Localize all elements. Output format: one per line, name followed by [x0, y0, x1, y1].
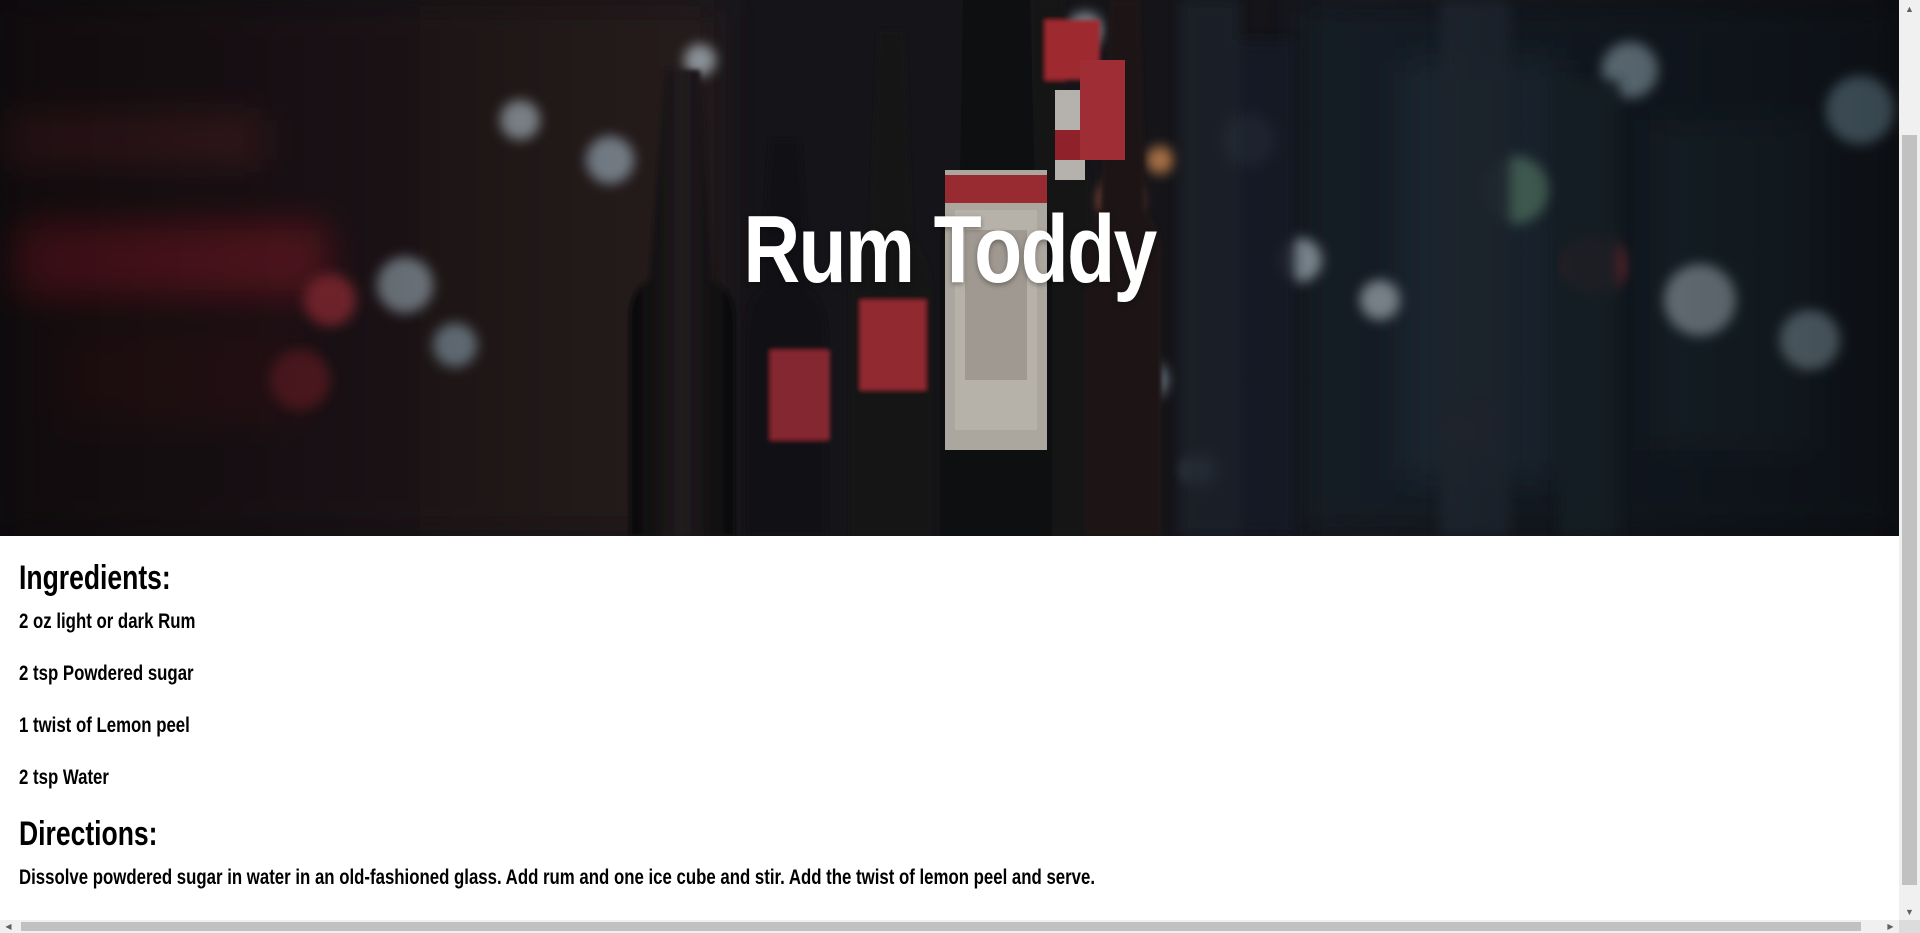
vertical-scroll-thumb[interactable] — [1902, 135, 1917, 885]
directions-text: Dissolve powdered sugar in water in an o… — [19, 866, 1096, 889]
scrollbar-corner — [1899, 920, 1920, 933]
arrow-right-icon[interactable]: ▶ — [1882, 920, 1899, 933]
vertical-scrollbar[interactable]: ▲ ▼ — [1899, 0, 1920, 920]
recipe-title: Rum Toddy — [743, 196, 1157, 303]
arrow-left-icon[interactable]: ◀ — [0, 920, 17, 933]
ingredients-list: 2 oz light or dark Rum 2 tsp Powdered su… — [19, 608, 1879, 792]
arrow-down-icon[interactable]: ▼ — [1899, 903, 1920, 920]
hero-banner: Rum Toddy — [0, 0, 1899, 536]
recipe-content: Ingredients: 2 oz light or dark Rum 2 ts… — [19, 556, 1879, 892]
page-viewport: Rum Toddy Ingredients: 2 oz light or dar… — [0, 0, 1899, 920]
ingredient-item: 1 twist of Lemon peel — [19, 714, 190, 737]
ingredients-heading: Ingredients: — [19, 559, 171, 597]
ingredient-item: 2 tsp Water — [19, 766, 109, 789]
arrow-up-icon[interactable]: ▲ — [1899, 0, 1920, 17]
horizontal-scroll-thumb[interactable] — [21, 922, 1861, 931]
ingredient-item: 2 oz light or dark Rum — [19, 610, 196, 633]
horizontal-scrollbar[interactable]: ◀ ▶ — [0, 920, 1899, 933]
directions-heading: Directions: — [19, 815, 158, 853]
ingredient-item: 2 tsp Powdered sugar — [19, 662, 194, 685]
